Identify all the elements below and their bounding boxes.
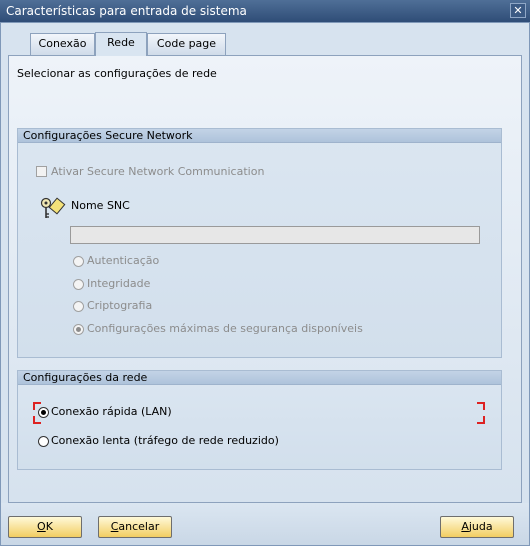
radio-max-security-label: Configurações máximas de segurança dispo…	[87, 322, 363, 335]
snc-name-field	[70, 226, 480, 244]
ok-label-rest: K	[45, 520, 53, 533]
window-titlebar: Características para entrada de sistema …	[0, 0, 530, 22]
help-label-rest: juda	[468, 520, 493, 533]
radio-slow[interactable]	[38, 436, 49, 447]
secure-network-header: Configurações Secure Network	[18, 129, 501, 143]
panel-title: Selecionar as configurações de rede	[17, 67, 217, 80]
window-title: Características para entrada de sistema	[6, 4, 247, 18]
tab-code-page[interactable]: Code page	[147, 33, 226, 55]
tab-rede[interactable]: Rede	[95, 32, 147, 56]
key-icon	[38, 196, 66, 220]
activate-snc-checkbox[interactable]	[36, 166, 47, 177]
radio-dot	[76, 327, 81, 332]
radio-autenticacao[interactable]	[73, 256, 84, 267]
radio-integridade-label: Integridade	[87, 277, 151, 290]
tab-label: Rede	[107, 36, 135, 49]
help-mnemonic: A	[461, 520, 469, 533]
radio-max-security[interactable]	[73, 324, 84, 335]
cancel-button[interactable]: Cancelar	[98, 516, 172, 538]
tab-label: Code page	[156, 37, 217, 50]
help-button[interactable]: Ajuda	[440, 516, 514, 538]
radio-criptografia-label: Criptografia	[87, 299, 153, 312]
radio-lan-label: Conexão rápida (LAN)	[51, 405, 172, 418]
radio-dot	[41, 410, 46, 415]
ok-mnemonic: O	[37, 520, 46, 533]
activate-snc-label: Ativar Secure Network Communication	[51, 165, 265, 178]
radio-slow-label: Conexão lenta (tráfego de rede reduzido)	[51, 434, 279, 447]
radio-lan[interactable]	[38, 407, 49, 418]
radio-autenticacao-label: Autenticação	[87, 254, 160, 267]
tab-label: Conexão	[38, 37, 87, 50]
focus-corner	[477, 402, 485, 410]
tab-conexao[interactable]: Conexão	[30, 33, 95, 55]
cancel-label-rest: ancelar	[118, 520, 160, 533]
radio-criptografia[interactable]	[73, 301, 84, 312]
snc-name-label: Nome SNC	[71, 199, 130, 212]
ok-button[interactable]: OK	[8, 516, 82, 538]
network-group: Configurações da rede	[17, 370, 502, 470]
network-header: Configurações da rede	[18, 371, 501, 385]
focus-corner	[477, 416, 485, 424]
radio-integridade[interactable]	[73, 279, 84, 290]
close-icon[interactable]: ✕	[510, 3, 526, 18]
